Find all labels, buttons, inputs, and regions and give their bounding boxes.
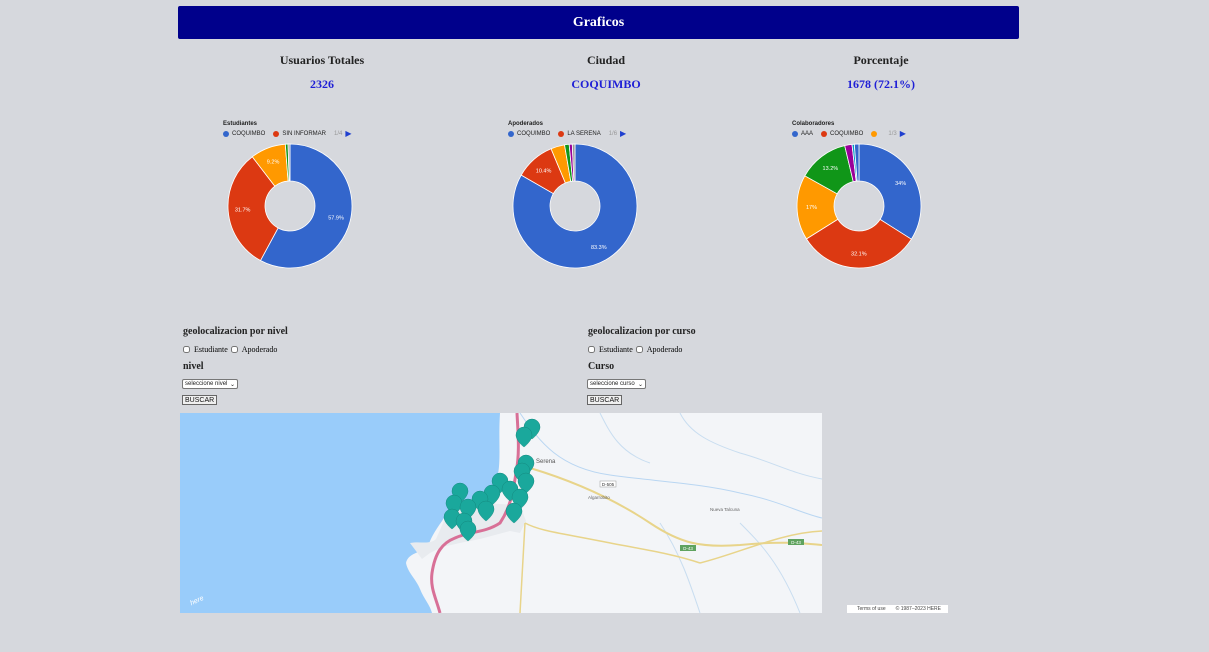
geo-nivel-title: geolocalizacion por nivel (183, 326, 288, 337)
estudiante-checkbox[interactable] (183, 346, 190, 353)
place-label: Algarrobito (588, 495, 610, 500)
geo-nivel-checks: Estudiante Apoderado (183, 345, 277, 354)
stream (659, 522, 701, 613)
map-canvas[interactable]: D-505 D-43 D-43 Serena Algarrobito Nueva… (180, 413, 822, 613)
donut-chart-colaboradores: Colaboradores AAA COQUIMBO 1/3 ▶ 34% 32.1%… (792, 118, 1002, 278)
road-label: D-43 (791, 540, 801, 545)
stat-usuarios-totales: Usuarios Totales 2326 (222, 53, 422, 92)
stat-value: COQUIMBO (571, 77, 641, 91)
slice-label: 83.3% (591, 245, 607, 251)
pie-slice[interactable] (858, 143, 922, 240)
chevron-down-icon: ⌄ (229, 381, 235, 388)
slice-label: 9.2% (267, 160, 280, 166)
stream (679, 413, 822, 480)
nivel-label: nivel (183, 361, 204, 372)
road (524, 522, 701, 564)
slice-label: 57.9% (328, 216, 344, 222)
stat-porcentaje: Porcentaje 1678 (72.1%) (781, 53, 981, 92)
road-label: D-43 (683, 546, 693, 551)
donut-svg: 83.3% 10.4% (512, 143, 638, 269)
curso-label: Curso (588, 361, 615, 372)
map-attribution: Terms of use © 1987–2023 HERE (847, 605, 948, 613)
checkbox-label: Estudiante (599, 345, 633, 354)
geo-curso-checks: Estudiante Apoderado (588, 345, 682, 354)
place-label: Nueva Talcuna (710, 507, 740, 512)
road (699, 530, 822, 564)
select-value: seleccione curso (590, 381, 635, 387)
slice-label: 13.2% (823, 166, 839, 172)
checkbox-label: Apoderado (241, 345, 278, 354)
slice-label: 32.1% (851, 251, 867, 257)
curso-select[interactable]: seleccione curso ⌄ (587, 379, 646, 389)
chevron-down-icon: ⌄ (637, 381, 643, 388)
stat-ciudad: Ciudad COQUIMBO (506, 53, 706, 92)
page-header: Graficos (178, 6, 1019, 39)
buscar-curso-button[interactable]: BUSCAR (587, 395, 623, 405)
map-copyright: © 1987–2023 HERE (895, 606, 942, 612)
apoderado-checkbox[interactable] (635, 346, 643, 353)
slice-label: 10.4% (536, 168, 552, 174)
checkbox-label: Apoderado (646, 345, 683, 354)
terms-link[interactable]: Terms of use (857, 606, 886, 612)
select-value: seleccione nivel (185, 381, 228, 387)
buscar-nivel-button[interactable]: BUSCAR (182, 395, 218, 405)
place-label: Serena (536, 459, 556, 465)
geo-curso-title: geolocalizacion por curso (588, 326, 696, 337)
nivel-select[interactable]: seleccione nivel ⌄ (182, 379, 238, 389)
slice-label: 34% (895, 181, 906, 187)
stat-label: Porcentaje (853, 53, 909, 67)
donut-chart-estudiantes: Estudiantes COQUIMBO SIN INFORMAR 1/4 ▶ 5… (223, 118, 433, 278)
stat-value: 1678 (72.1%) (847, 77, 915, 91)
slice-label: 17% (806, 205, 817, 211)
road (519, 522, 526, 613)
donut-svg: 57.9% 31.7% 9.2% (227, 143, 353, 269)
page-title: Graficos (572, 14, 625, 30)
stream (599, 413, 651, 464)
slice-label: 31.7% (235, 208, 251, 214)
apoderado-checkbox[interactable] (230, 346, 238, 353)
donut-chart-apoderados: Apoderados COQUIMBO LA SERENA 1/6 ▶ 83.3%… (508, 118, 718, 278)
checkbox-label: Estudiante (194, 345, 228, 354)
road-label: D-505 (602, 482, 615, 487)
map[interactable]: D-505 D-43 D-43 Serena Algarrobito Nueva… (180, 413, 822, 613)
donut-svg: 34% 32.1% 17% 13.2% (796, 143, 922, 269)
stream (739, 522, 801, 613)
stat-value: 2326 (310, 77, 334, 91)
stat-label: Ciudad (586, 53, 626, 67)
road (529, 467, 822, 547)
estudiante-checkbox[interactable] (588, 346, 595, 353)
stat-label: Usuarios Totales (279, 53, 365, 67)
